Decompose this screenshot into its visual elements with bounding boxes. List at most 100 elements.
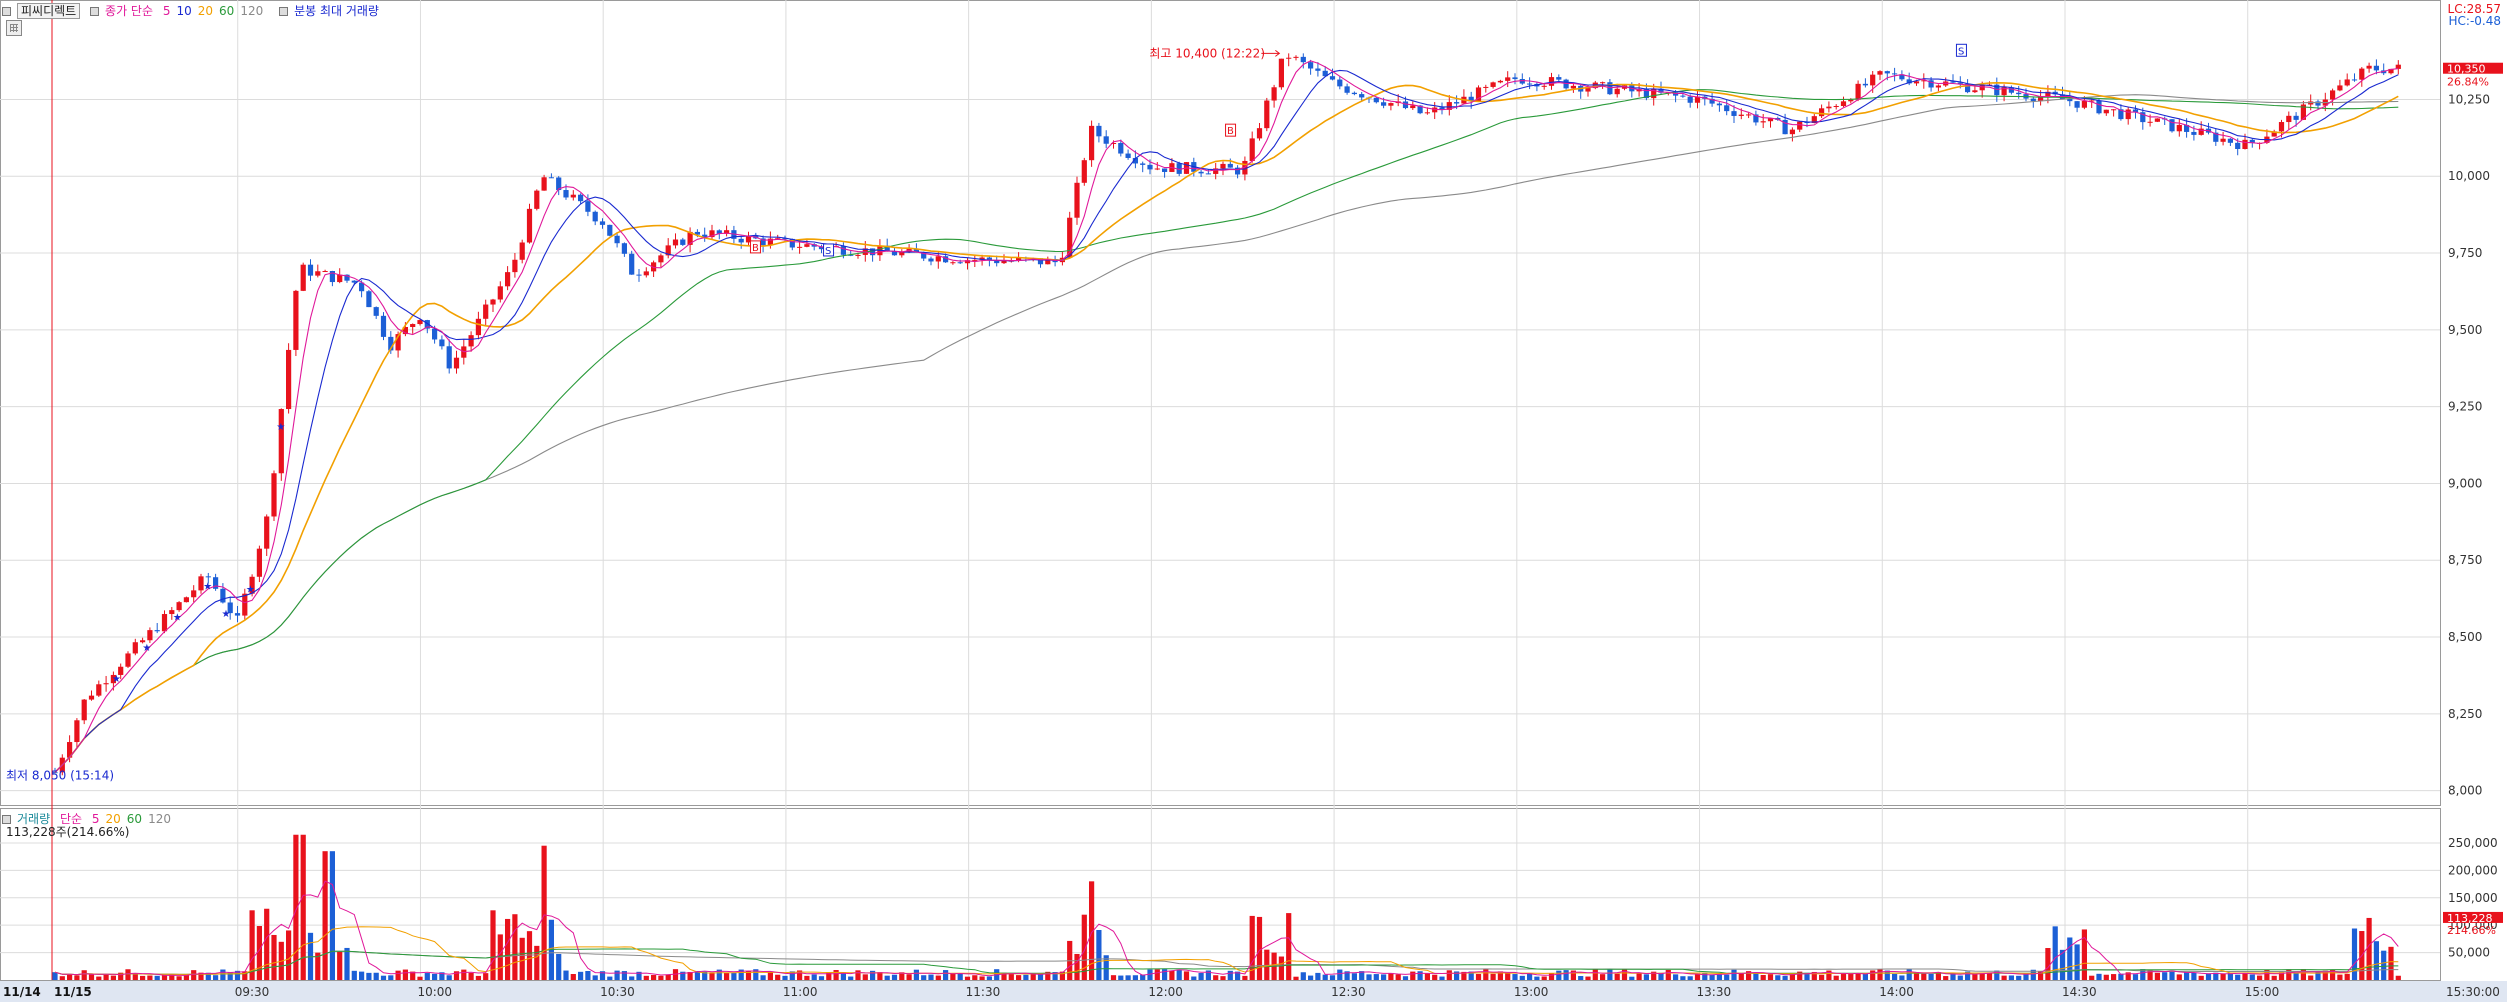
candle-body xyxy=(1884,71,1890,74)
volume-bar xyxy=(125,969,131,980)
price-legend-label: 종가 단순 xyxy=(105,4,154,18)
volume-bar xyxy=(1694,973,1701,980)
candle-body xyxy=(1125,153,1131,158)
candle-body xyxy=(1505,77,1511,81)
bunbong-toggle-icon[interactable] xyxy=(279,7,289,16)
candle-body xyxy=(183,597,189,603)
candle-body xyxy=(286,349,292,410)
candle-body xyxy=(1308,62,1314,69)
volume-bar xyxy=(1950,974,1956,980)
volume-bar xyxy=(505,918,511,980)
volume-bar xyxy=(351,970,357,980)
time-tick-label: 09:30 xyxy=(235,985,270,999)
candle-body xyxy=(453,357,460,369)
volume-bar xyxy=(943,970,949,980)
volume-bar xyxy=(468,972,474,980)
volume-bar xyxy=(271,934,277,980)
volume-bar xyxy=(1220,976,1226,980)
candle-body xyxy=(2081,101,2087,108)
candle-body xyxy=(161,614,168,632)
candle-body xyxy=(1490,82,1496,87)
volume-bar xyxy=(176,976,182,980)
candle-body xyxy=(81,699,87,721)
candle-body xyxy=(468,335,474,347)
volume-bar xyxy=(1702,972,1708,980)
volume-bar xyxy=(884,975,890,980)
volume-bar xyxy=(519,937,525,980)
volume-bar xyxy=(563,970,569,980)
volume-bar xyxy=(2351,928,2358,980)
candle-body xyxy=(1892,73,1898,75)
current-price-value: 10,350 xyxy=(2447,63,2486,76)
volume-bar xyxy=(1607,969,1613,980)
candle-body xyxy=(1935,85,1941,88)
candle-body xyxy=(1205,173,1211,175)
volume-bar xyxy=(2162,972,2168,980)
volume-bar xyxy=(1293,976,1299,980)
volume-bar xyxy=(541,845,547,980)
candle-body xyxy=(2344,79,2350,86)
volume-bar xyxy=(475,975,481,980)
candle-body xyxy=(1388,103,1394,106)
volume-bar xyxy=(52,972,58,980)
candle-body xyxy=(1256,128,1263,139)
candle-body xyxy=(1483,86,1489,88)
ma-toggle-icon[interactable] xyxy=(90,7,100,16)
volume-bar xyxy=(1943,976,1949,980)
volume-bar xyxy=(2169,970,2175,980)
candle-body xyxy=(1527,83,1533,85)
volume-bar xyxy=(2395,975,2401,980)
candle-body xyxy=(2111,109,2117,111)
candle-body xyxy=(2293,115,2299,120)
volume-bar xyxy=(1483,969,1489,980)
candle-body xyxy=(2125,109,2131,120)
price-tick-label: 9,500 xyxy=(2448,323,2482,337)
time-tick-label: 12:30 xyxy=(1331,985,1366,999)
volume-bar xyxy=(2096,973,2102,980)
candle-body xyxy=(972,259,978,261)
trade-badge-label: B xyxy=(752,243,759,254)
candle-body xyxy=(672,239,679,246)
volume-bar xyxy=(140,975,146,980)
volume-bar xyxy=(921,975,927,980)
volume-bar xyxy=(446,975,452,980)
chart-canvas[interactable]: 8,000 8,250 8,500 8,750 9,000 9,250 9,500 9,750… xyxy=(0,0,2507,1002)
candle-body xyxy=(1731,111,1737,116)
volume-bar xyxy=(1125,975,1131,980)
legend-toggle-icon[interactable] xyxy=(2,7,11,16)
volume-bar xyxy=(1541,976,1547,980)
volume-bar xyxy=(1643,974,1649,980)
volume-bar xyxy=(424,973,430,980)
candle-body xyxy=(1249,138,1255,161)
candle-body xyxy=(1286,57,1292,59)
candle-body xyxy=(497,286,503,300)
candle-body xyxy=(1103,136,1109,144)
volume-bar xyxy=(1037,974,1044,980)
volume-bar xyxy=(1855,973,1861,980)
volume-bar xyxy=(826,972,832,980)
candle-body xyxy=(950,262,956,264)
candle-body xyxy=(483,304,489,319)
volume-bar xyxy=(1322,974,1328,980)
candle-body xyxy=(1278,58,1284,88)
grid-settings-icon[interactable] xyxy=(6,20,22,36)
volume-bar xyxy=(643,975,649,980)
volume-bar xyxy=(1446,970,1452,980)
volume-bar xyxy=(731,972,737,980)
candle-body xyxy=(1570,85,1576,89)
candle-body xyxy=(1848,99,1854,102)
volume-bar xyxy=(1337,969,1343,980)
candle-body xyxy=(928,258,934,262)
candle-body xyxy=(2330,90,2336,100)
candle-body xyxy=(563,190,569,198)
volume-bar xyxy=(183,975,189,980)
candle-body xyxy=(132,642,138,654)
candle-body xyxy=(1081,160,1087,183)
volume-bar xyxy=(1381,974,1387,980)
candle-body xyxy=(1724,105,1730,112)
volume-bar xyxy=(1840,974,1847,980)
candle-body xyxy=(256,548,262,577)
volume-bar xyxy=(629,976,635,980)
candle-body xyxy=(264,516,270,549)
candle-body xyxy=(96,684,102,696)
